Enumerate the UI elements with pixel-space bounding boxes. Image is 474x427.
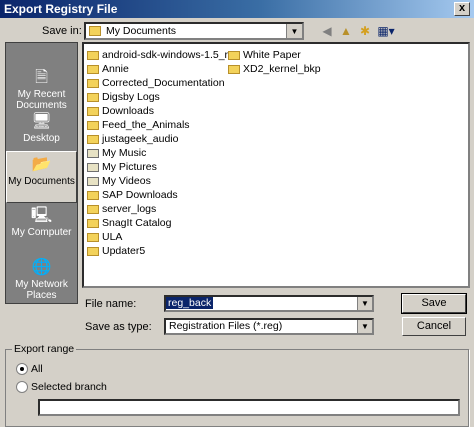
close-button[interactable]: x — [454, 2, 470, 16]
radio-selected-branch-label: Selected branch — [31, 381, 107, 393]
place-my-network-places[interactable]: 🌐 My Network Places — [6, 255, 77, 307]
folder-icon — [87, 120, 99, 130]
back-arrow-icon[interactable]: ◀ — [318, 22, 336, 40]
export-range-legend: Export range — [12, 343, 77, 355]
export-registry-dialog: Export Registry File x Save in: My Docum… — [0, 0, 474, 427]
up-folder-icon[interactable]: ▲ — [337, 22, 355, 40]
chevron-down-icon[interactable]: ▼ — [357, 297, 372, 310]
file-name-label: File name: — [85, 298, 137, 310]
pictures-folder-icon — [87, 162, 99, 172]
place-label: My Network Places — [15, 279, 68, 301]
list-item[interactable]: android-sdk-windows-1.5_r1 — [87, 48, 234, 62]
save-as-type-label: Save as type: — [85, 321, 152, 333]
list-item[interactable]: White Paper — [228, 48, 301, 62]
list-item[interactable]: Updater5 — [87, 244, 145, 258]
videos-folder-icon — [87, 176, 99, 186]
views-menu-icon[interactable]: ▦▾ — [375, 22, 397, 40]
folder-icon — [87, 218, 99, 228]
selected-branch-input[interactable] — [38, 399, 460, 416]
list-item[interactable]: My Videos — [87, 174, 151, 188]
list-item[interactable]: Downloads — [87, 104, 154, 118]
list-item[interactable]: ULA — [87, 230, 122, 244]
list-item[interactable]: Feed_the_Animals — [87, 118, 190, 132]
folder-icon — [87, 78, 99, 88]
place-label: Desktop — [23, 133, 60, 144]
folder-icon — [228, 64, 240, 74]
folder-icon — [87, 190, 99, 200]
folder-icon — [87, 204, 99, 214]
folder-icon — [228, 50, 240, 60]
desktop-icon: 🖥 — [31, 113, 52, 130]
new-folder-icon[interactable]: ✱ — [356, 22, 374, 40]
export-range-group: Export range All Selected branch — [5, 343, 469, 427]
list-item[interactable]: Corrected_Documentation — [87, 76, 225, 90]
list-item[interactable]: SnagIt Catalog — [87, 216, 171, 230]
radio-all-label: All — [31, 363, 43, 375]
cancel-button[interactable]: Cancel — [402, 317, 466, 336]
my-documents-icon: 📂 — [31, 156, 52, 173]
save-as-type-select[interactable]: Registration Files (*.reg) ▼ — [164, 318, 374, 335]
folder-icon — [87, 232, 99, 242]
folder-icon — [87, 50, 99, 60]
list-item[interactable]: SAP Downloads — [87, 188, 178, 202]
folder-icon — [87, 246, 99, 256]
recent-documents-icon: 🗎 — [35, 69, 48, 86]
radio-selected-dot — [20, 367, 24, 371]
window-title: Export Registry File — [4, 2, 118, 16]
places-bar: 🗎 My Recent Documents 🖥 Desktop 📂 My Doc… — [5, 42, 78, 304]
list-item[interactable]: My Music — [87, 146, 146, 160]
network-places-icon: 🌐 — [31, 259, 52, 276]
place-label: My Computer — [11, 227, 72, 238]
place-my-computer[interactable]: 🖳 My Computer — [6, 203, 77, 255]
file-list[interactable]: android-sdk-windows-1.5_r1 Annie Correct… — [82, 42, 470, 288]
save-in-label: Save in: — [42, 25, 82, 37]
radio-all[interactable] — [16, 363, 28, 375]
folder-icon — [87, 64, 99, 74]
chevron-down-icon[interactable]: ▼ — [286, 24, 302, 38]
file-name-input[interactable]: reg_back ▼ — [164, 295, 374, 312]
title-bar[interactable]: Export Registry File x — [0, 0, 474, 18]
place-label: My Recent Documents — [16, 89, 67, 111]
list-item[interactable]: My Pictures — [87, 160, 157, 174]
save-button[interactable]: Save — [401, 293, 467, 314]
list-item[interactable]: server_logs — [87, 202, 156, 216]
save-in-combo[interactable]: My Documents ▼ — [84, 22, 304, 40]
radio-selected-branch[interactable] — [16, 381, 28, 393]
save-in-value: My Documents — [106, 25, 177, 37]
list-item[interactable]: Annie — [87, 62, 129, 76]
place-label: My Documents — [8, 176, 75, 187]
chevron-down-icon[interactable]: ▼ — [357, 320, 372, 333]
list-item[interactable]: justageek_audio — [87, 132, 178, 146]
folder-icon — [87, 106, 99, 116]
place-my-documents[interactable]: 📂 My Documents — [6, 151, 77, 203]
file-name-value: reg_back — [166, 297, 214, 309]
folder-icon — [89, 26, 101, 36]
list-item[interactable]: XD2_kernel_bkp — [228, 62, 321, 76]
list-item[interactable]: Digsby Logs — [87, 90, 160, 104]
folder-icon — [87, 92, 99, 102]
folder-icon — [87, 134, 99, 144]
music-folder-icon — [87, 148, 99, 158]
save-as-type-value: Registration Files (*.reg) — [169, 320, 283, 332]
my-computer-icon: 🖳 — [30, 207, 53, 224]
